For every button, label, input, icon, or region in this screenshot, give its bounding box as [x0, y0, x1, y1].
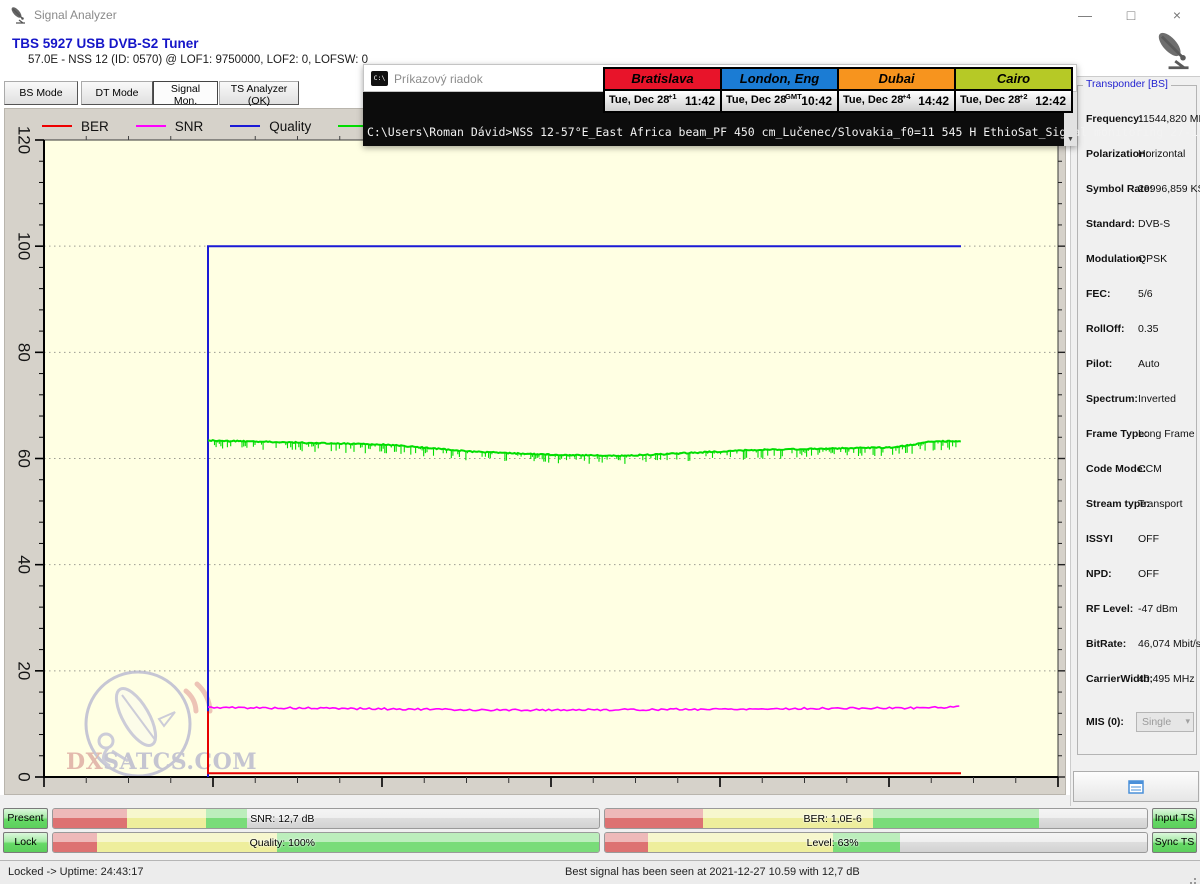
clock-utc-offset: +1: [668, 92, 677, 101]
legend-label: Quality: [269, 119, 311, 134]
tab-dt-mode[interactable]: DT Mode: [81, 81, 153, 105]
field-frame-type: Frame Type:Long Frame: [1078, 428, 1196, 442]
mis-dropdown-value: Single: [1142, 716, 1171, 728]
svg-text:60: 60: [15, 449, 34, 468]
terminal-title: Príkazový riadok: [394, 65, 483, 93]
minimize-button[interactable]: —: [1062, 0, 1108, 30]
tab-ts-analyzer[interactable]: TS Analyzer (OK): [219, 81, 299, 105]
clock-time: 11:42: [685, 94, 715, 108]
input-ts-indicator: Input TS: [1152, 808, 1197, 829]
field-pilot: Pilot:Auto: [1078, 358, 1196, 372]
tab-signal-mon[interactable]: Signal Mon.: [153, 81, 218, 105]
svg-text:120: 120: [15, 126, 34, 154]
clock-utc-offset: +4: [902, 92, 911, 101]
field-spectrum: Spectrum:Inverted: [1078, 393, 1196, 407]
tab-bs-mode[interactable]: BS Mode: [4, 81, 78, 105]
legend-label: SNR: [175, 119, 204, 134]
lock-uptime-status: Locked -> Uptime: 24:43:17: [8, 866, 143, 878]
field-polarization: Polarization:Horizontal: [1078, 148, 1196, 162]
field-modulation: Modulation:QPSK: [1078, 253, 1196, 267]
clock-dubai[interactable]: Dubai Tue, Dec 28 +4 14:42: [837, 67, 956, 113]
clock-date: Tue, Dec 28: [843, 94, 903, 106]
clock-date: Tue, Dec 28: [726, 94, 786, 106]
transponder-groupbox: Transponder [BS] Frequency:11544,820 MHz…: [1077, 85, 1197, 755]
clock-date: Tue, Dec 28: [960, 94, 1020, 106]
field-code-mode: Code Mode:CCM: [1078, 463, 1196, 477]
satellite-dish-icon: [9, 6, 27, 24]
transponder-list-button[interactable]: [1073, 771, 1199, 802]
clock-time: 12:42: [1035, 94, 1066, 108]
best-signal-status: Best signal has been seen at 2021-12-27 …: [565, 866, 860, 878]
field-issyi: ISSYIOFF: [1078, 533, 1196, 547]
clock-date: Tue, Dec 28: [609, 94, 669, 106]
svg-text:40: 40: [15, 555, 34, 574]
cmd-icon: C:\: [371, 71, 388, 86]
signal-chart: DXSATCS.COM 0 20 40 60 80 100 120 BER SNR Quali…: [4, 108, 1066, 795]
field-rolloff: RollOff:0.35: [1078, 323, 1196, 337]
window-title: Signal Analyzer: [34, 0, 117, 30]
chevron-down-icon: ▾: [1185, 716, 1190, 727]
lock-indicator: Lock: [3, 832, 48, 853]
field-carrierwidth: CarrierWidth:40,495 MHz: [1078, 673, 1196, 687]
satellite-dish-icon: [1152, 30, 1194, 70]
transponder-panel-title: Transponder [BS]: [1083, 78, 1171, 90]
field-standard: Standard:DVB-S: [1078, 218, 1196, 232]
level-bar: Level: 63%: [604, 832, 1148, 853]
quality-bar-label: Quality: 100%: [250, 837, 315, 849]
clock-time: 14:42: [918, 94, 949, 108]
svg-text:20: 20: [15, 661, 34, 680]
mis-dropdown[interactable]: Single ▾: [1136, 712, 1194, 732]
quality-bar: Quality: 100%: [52, 832, 600, 853]
clock-cairo[interactable]: Cairo Tue, Dec 28 +2 12:42: [954, 67, 1073, 113]
ber-line-swatch: [42, 125, 72, 127]
clock-city: Bratislava: [605, 69, 720, 91]
transponder-panel: Transponder [BS] Frequency:11544,820 MHz…: [1070, 76, 1200, 806]
maximize-button[interactable]: □: [1108, 0, 1154, 30]
field-npd: NPD:OFF: [1078, 568, 1196, 582]
clock-bratislava[interactable]: Bratislava Tue, Dec 28 +1 11:42: [603, 67, 722, 113]
present-indicator: Present: [3, 808, 48, 829]
legend-item-ber: BER: [42, 119, 109, 134]
field-symbol-rate: Symbol Rate:29996,859 KS/s: [1078, 183, 1196, 197]
window-titlebar: Signal Analyzer — □ ×: [0, 0, 1200, 30]
signal-chart-plot: DXSATCS.COM 0 20 40 60 80 100 120: [5, 109, 1065, 794]
level-bar-label: Level: 63%: [807, 837, 859, 849]
legend-item-quality: Quality: [230, 119, 311, 134]
device-title: TBS 5927 USB DVB-S2 Tuner: [12, 36, 199, 51]
tuning-info: 57.0E - NSS 12 (ID: 0570) @ LOF1: 975000…: [28, 54, 368, 66]
field-bitrate: BitRate:46,074 Mbit/s: [1078, 638, 1196, 652]
snr-bar: SNR: 12,7 dB: [52, 808, 600, 829]
field-fec: FEC:5/6: [1078, 288, 1196, 302]
field-rf-level: RF Level:-47 dBm: [1078, 603, 1196, 617]
svg-text:80: 80: [15, 343, 34, 362]
clock-city: Dubai: [839, 69, 954, 91]
status-bar: Locked -> Uptime: 24:43:17 Best signal h…: [0, 860, 1200, 884]
clock-time: 10:42: [801, 94, 832, 108]
clock-city: Cairo: [956, 69, 1071, 91]
ber-bar: BER: 1,0E-6: [604, 808, 1148, 829]
close-button[interactable]: ×: [1154, 0, 1200, 30]
clock-utc-offset: +2: [1019, 92, 1028, 101]
list-icon: [1128, 780, 1144, 794]
legend-item-snr: SNR: [136, 119, 204, 134]
sync-ts-indicator: Sync TS: [1152, 832, 1197, 853]
scroll-down-icon[interactable]: ▼: [1064, 133, 1077, 146]
snr-bar-label: SNR: 12,7 dB: [250, 813, 314, 825]
field-stream-type: Stream type:Transport: [1078, 498, 1196, 512]
quality-line-swatch: [230, 125, 260, 127]
svg-text:100: 100: [15, 232, 34, 260]
legend-label: BER: [81, 119, 109, 134]
signal-analyzer-window: Signal Analyzer — □ × TBS 5927 USB DVB-S…: [0, 0, 1200, 884]
ber-bar-label: BER: 1,0E-6: [803, 813, 861, 825]
clock-london[interactable]: London, Eng Tue, Dec 28 GMT 10:42: [720, 67, 839, 113]
world-clocks: Bratislava Tue, Dec 28 +1 11:42 London, …: [603, 67, 1073, 113]
clock-utc-offset: GMT: [785, 92, 802, 101]
clock-city: London, Eng: [722, 69, 837, 91]
resize-grip[interactable]: [1194, 878, 1196, 880]
svg-text:DXSATCS.COM: DXSATCS.COM: [66, 749, 257, 775]
snr-line-swatch: [136, 125, 166, 127]
svg-text:0: 0: [15, 772, 34, 781]
